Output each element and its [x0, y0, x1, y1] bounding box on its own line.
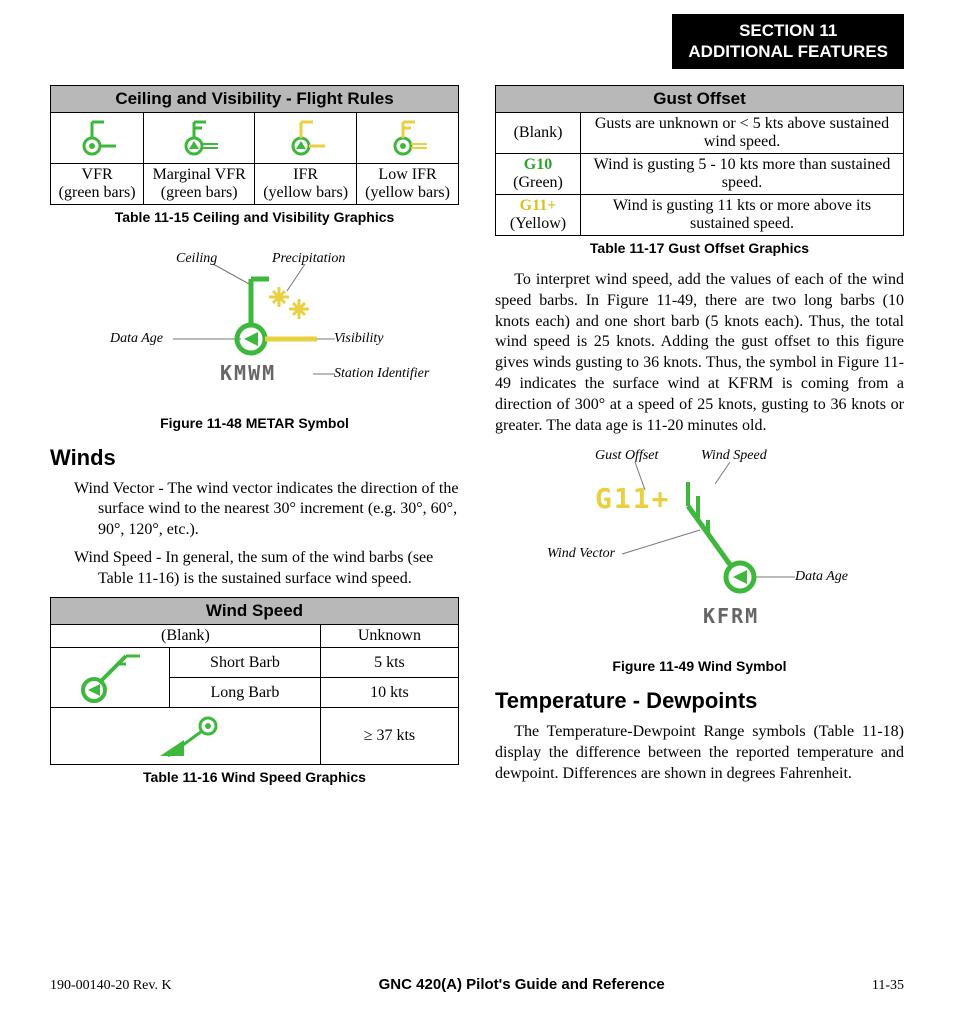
gust-g11-desc: Wind is gusting 11 kts or more above its…: [581, 195, 904, 236]
wind-speed-item: Wind Speed - In general, the sum of the …: [74, 548, 459, 589]
caption-fig-49: Figure 11-49 Wind Symbol: [495, 658, 904, 674]
lbl-vis: Visibility: [334, 331, 384, 347]
page-footer: 190-00140-20 Rev. K GNC 420(A) Pilot's G…: [50, 976, 904, 994]
section-line2: ADDITIONAL FEATURES: [688, 41, 888, 62]
cv-icon-ifr: [255, 113, 357, 164]
gust-g11: G11+(Yellow): [496, 195, 581, 236]
table-cv-title: Ceiling and Visibility - Flight Rules: [51, 86, 459, 113]
heading-winds: Winds: [50, 445, 459, 471]
section-header: SECTION 11 ADDITIONAL FEATURES: [672, 14, 904, 69]
para-interpret: To interpret wind speed, add the values …: [495, 270, 904, 436]
ws-long: Long Barb: [170, 678, 321, 708]
cv-label-2: IFR(yellow bars): [255, 164, 357, 205]
station-kmwm: KMWM: [220, 361, 276, 385]
cv-label-3: Low IFR(yellow bars): [357, 164, 459, 205]
heading-temp: Temperature - Dewpoints: [495, 688, 904, 714]
lbl-dataage2: Data Age: [795, 569, 848, 585]
footer-left: 190-00140-20 Rev. K: [50, 978, 172, 994]
gust-blank: (Blank): [496, 113, 581, 154]
figure-11-48: Ceiling Precipitation Data Age Visibilit…: [50, 239, 459, 409]
table-ceiling-visibility: Ceiling and Visibility - Flight Rules: [50, 85, 459, 205]
gust-g10-desc: Wind is gusting 5 - 10 kts more than sus…: [581, 154, 904, 195]
cv-icon-mvfr: [144, 113, 255, 164]
gust-g10: G10(Green): [496, 154, 581, 195]
lbl-precip: Precipitation: [272, 251, 345, 267]
cv-label-0: VFR(green bars): [51, 164, 144, 205]
ws-flag-icon: [51, 708, 321, 765]
section-line1: SECTION 11: [688, 20, 888, 41]
footer-right: 11-35: [872, 978, 904, 994]
ws-short: Short Barb: [170, 648, 321, 678]
figure-11-49: Gust Offset Wind Speed Wind Vector Data …: [495, 442, 904, 652]
ws-5kts: 5 kts: [320, 648, 458, 678]
station-kfrm: KFRM: [703, 604, 759, 628]
ws-barb-icon: [51, 648, 170, 708]
ws-10kts: 10 kts: [320, 678, 458, 708]
table-wind-speed: Wind Speed (Blank) Unknown Short Barb 5 …: [50, 597, 459, 765]
lbl-gust: Gust Offset: [595, 448, 658, 464]
ws-unknown: Unknown: [320, 625, 458, 648]
lbl-dataage: Data Age: [110, 331, 163, 347]
cv-icon-vfr: [51, 113, 144, 164]
caption-11-15: Table 11-15 Ceiling and Visibility Graph…: [50, 209, 459, 225]
caption-11-16: Table 11-16 Wind Speed Graphics: [50, 769, 459, 785]
para-temp: The Temperature-Dewpoint Range symbols (…: [495, 722, 904, 784]
table-gust-title: Gust Offset: [496, 86, 904, 113]
gust-blank-desc: Gusts are unknown or < 5 kts above susta…: [581, 113, 904, 154]
ws-blank: (Blank): [51, 625, 321, 648]
right-column: Gust Offset (Blank) Gusts are unknown or…: [495, 85, 904, 799]
cv-icon-lifr: [357, 113, 459, 164]
lbl-windvector: Wind Vector: [547, 546, 615, 562]
ws-37kts: ≥ 37 kts: [320, 708, 458, 765]
gust-text: G11+: [595, 482, 670, 515]
page: SECTION 11 ADDITIONAL FEATURES Ceiling a…: [0, 0, 954, 1014]
wind-vector-item: Wind Vector - The wind vector indicates …: [74, 479, 459, 540]
left-column: Ceiling and Visibility - Flight Rules: [50, 85, 459, 799]
table-gust-offset: Gust Offset (Blank) Gusts are unknown or…: [495, 85, 904, 236]
lbl-windspeed: Wind Speed: [701, 448, 767, 464]
lbl-ceiling: Ceiling: [176, 251, 217, 267]
caption-11-17: Table 11-17 Gust Offset Graphics: [495, 240, 904, 256]
footer-center: GNC 420(A) Pilot's Guide and Reference: [379, 976, 665, 993]
lbl-station: Station Identifier: [334, 366, 429, 382]
caption-fig-48: Figure 11-48 METAR Symbol: [50, 415, 459, 431]
table-ws-title: Wind Speed: [51, 598, 459, 625]
cv-label-1: Marginal VFR(green bars): [144, 164, 255, 205]
